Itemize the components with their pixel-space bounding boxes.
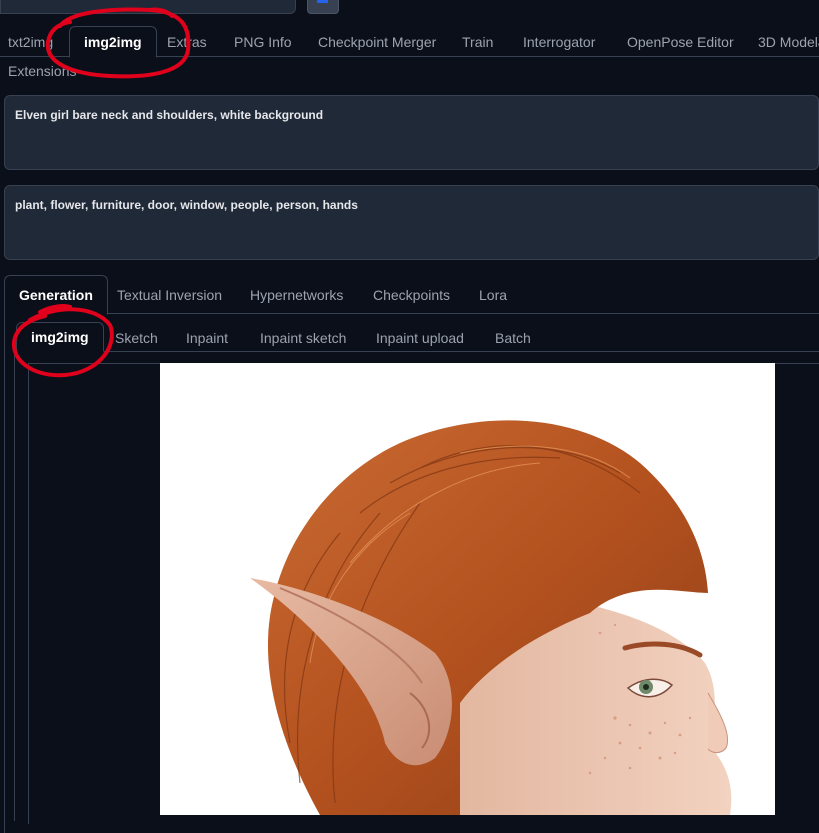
tab-train[interactable]: Train <box>462 34 493 50</box>
tab-inpaint[interactable]: Inpaint <box>186 330 228 346</box>
tab-checkpoints[interactable]: Checkpoints <box>373 287 450 303</box>
checkpoint-dropdown[interactable] <box>0 0 296 14</box>
tab-generation[interactable]: Generation <box>4 275 108 315</box>
tab-sketch[interactable]: Sketch <box>115 330 158 346</box>
tab-inpaint-sketch[interactable]: Inpaint sketch <box>260 330 346 346</box>
tab-openpose-editor[interactable]: OpenPose Editor <box>627 34 734 50</box>
tab-png-info[interactable]: PNG Info <box>234 34 292 50</box>
tab-extensions[interactable]: Extensions <box>8 63 76 79</box>
tab-txt2img[interactable]: txt2img <box>8 34 53 50</box>
tab-img2img[interactable]: img2img <box>69 26 157 58</box>
prompt-textarea[interactable]: Elven girl bare neck and shoulders, whit… <box>4 95 819 170</box>
refresh-icon <box>317 0 328 3</box>
tab-checkpoint-merger[interactable]: Checkpoint Merger <box>318 34 436 50</box>
tab-interrogator[interactable]: Interrogator <box>523 34 595 50</box>
negative-prompt-textarea[interactable]: plant, flower, furniture, door, window, … <box>4 185 819 260</box>
tab-textual-inversion[interactable]: Textual Inversion <box>117 287 222 303</box>
main-tabs: txt2img img2img Extras PNG Info Checkpoi… <box>0 26 819 87</box>
tab-divider <box>0 56 70 57</box>
tab-img2img-mode[interactable]: img2img <box>16 322 104 352</box>
tab-3d-model[interactable]: 3D Model& <box>758 34 819 50</box>
tab-extras[interactable]: Extras <box>167 34 207 50</box>
tab-batch[interactable]: Batch <box>495 330 531 346</box>
tab-divider <box>152 56 819 57</box>
tab-hypernetworks[interactable]: Hypernetworks <box>250 287 343 303</box>
tab-lora[interactable]: Lora <box>479 287 507 303</box>
tab-inpaint-upload[interactable]: Inpaint upload <box>376 330 464 346</box>
source-image[interactable] <box>160 363 775 815</box>
refresh-button[interactable] <box>307 0 339 14</box>
